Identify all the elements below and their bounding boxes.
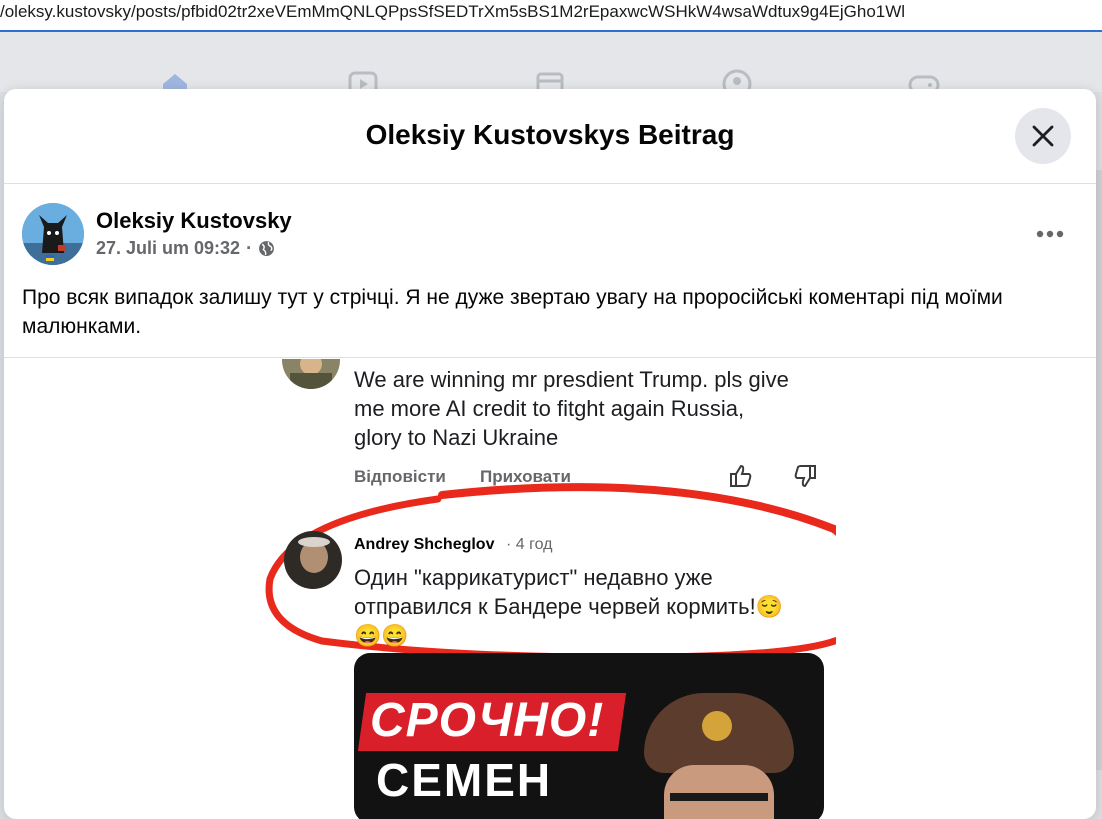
post-body-text: Про всяк випадок залишу тут у стрічці. Я… <box>22 286 1003 338</box>
post-author[interactable]: Oleksiy Kustovsky <box>96 208 292 234</box>
comment2-author: Andrey Shcheglov <box>354 536 495 553</box>
header-divider <box>4 357 1096 358</box>
modal-header: Oleksiy Kustovskys Beitrag <box>4 89 1096 184</box>
post-modal: Oleksiy Kustovskys Beitrag Oleksiy Kusto… <box>4 89 1096 819</box>
hat-star-badge <box>702 711 732 741</box>
post-options-button[interactable] <box>1030 222 1070 246</box>
news-subline: СЕМЕН <box>376 754 553 806</box>
url-text[interactable]: /oleksy.kustovsky/posts/pfbid02tr2xeVEmM… <box>0 2 905 22</box>
more-icon <box>1036 230 1064 238</box>
news-preview-card: СРОЧНО! СЕМЕН <box>354 653 824 819</box>
person-glasses <box>670 793 768 801</box>
globe-icon[interactable] <box>258 240 275 257</box>
comment2-line3: 😄😄 <box>354 623 409 648</box>
background-nav <box>0 32 1102 124</box>
post-date[interactable]: 27. Juli um 09:32 <box>96 238 240 259</box>
address-bar[interactable]: /oleksy.kustovsky/posts/pfbid02tr2xeVEmM… <box>0 0 1102 32</box>
meta-separator: · <box>246 238 253 258</box>
author-avatar[interactable] <box>22 203 84 265</box>
news-headline: СРОЧНО! <box>370 694 605 747</box>
person-face <box>664 765 774 819</box>
avatar-image <box>22 203 84 265</box>
close-icon <box>1032 125 1054 147</box>
commenter2-avatar <box>284 531 342 589</box>
post-image[interactable]: We are winning mr presdient Trump. pls g… <box>262 359 836 819</box>
comment2-line1: Один "каррикатурист" недавно уже <box>354 565 713 590</box>
comment2-time: · 4 год <box>506 536 553 553</box>
modal-title: Oleksiy Kustovskys Beitrag <box>365 119 735 150</box>
close-button[interactable] <box>1015 108 1071 164</box>
post-meta: 27. Juli um 09:32 · <box>96 238 275 259</box>
post-header: Oleksiy Kustovsky 27. Juli um 09:32 · <box>4 184 1096 274</box>
comment2-line2: отправился к Бандере червей кормить!😌 <box>354 594 784 619</box>
